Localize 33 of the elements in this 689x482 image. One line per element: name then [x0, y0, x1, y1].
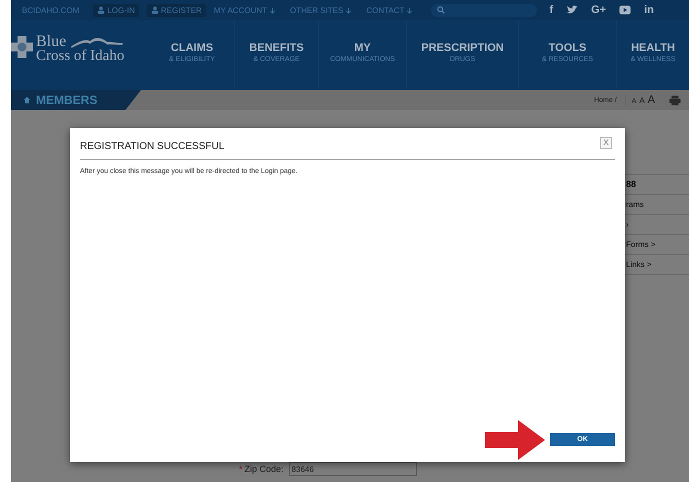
play-icon[interactable] [619, 5, 632, 15]
down-arrow-icon [406, 6, 414, 14]
top-menu-link[interactable]: OTHER SITES [290, 6, 352, 14]
top-menu-link[interactable]: CONTACT [366, 6, 414, 14]
user-icon [150, 6, 159, 14]
top-link[interactable]: LOG-IN [93, 4, 139, 16]
down-arrow-icon [345, 6, 352, 14]
down-arrow-icon [269, 6, 276, 14]
social-link[interactable]: G+ [591, 4, 606, 16]
social-link[interactable]: in [644, 4, 654, 16]
field-label: Zip Code: [244, 464, 284, 474]
text-size-button[interactable]: A [639, 96, 645, 105]
mountain-icon [69, 36, 126, 48]
top-link[interactable]: BCIDAHO.COM [22, 6, 80, 14]
logo-text: Blue [36, 34, 66, 49]
cross-logo-icon [11, 36, 33, 58]
search-field[interactable] [431, 4, 538, 16]
bird-icon[interactable] [566, 5, 578, 15]
top-link[interactable]: REGISTER [146, 4, 206, 16]
top-menu-link[interactable]: MY ACCOUNT [214, 6, 276, 14]
arrow-drawing [485, 420, 545, 460]
text-size-button[interactable]: A [648, 94, 655, 106]
section-title: MEMBERS [36, 93, 98, 107]
printer-icon[interactable] [669, 94, 681, 106]
user-icon [97, 6, 106, 14]
search-icon [437, 6, 446, 14]
dialog-title: REGISTRATION SUCCESSFUL [80, 141, 224, 152]
social-link[interactable]: f [549, 4, 554, 16]
required-mark: * [239, 464, 243, 474]
zip-code-field[interactable]: 83646 [288, 462, 417, 476]
logo-text: Cross of Idaho [36, 49, 126, 64]
close-button[interactable]: X [600, 137, 612, 149]
home-icon [23, 96, 31, 104]
